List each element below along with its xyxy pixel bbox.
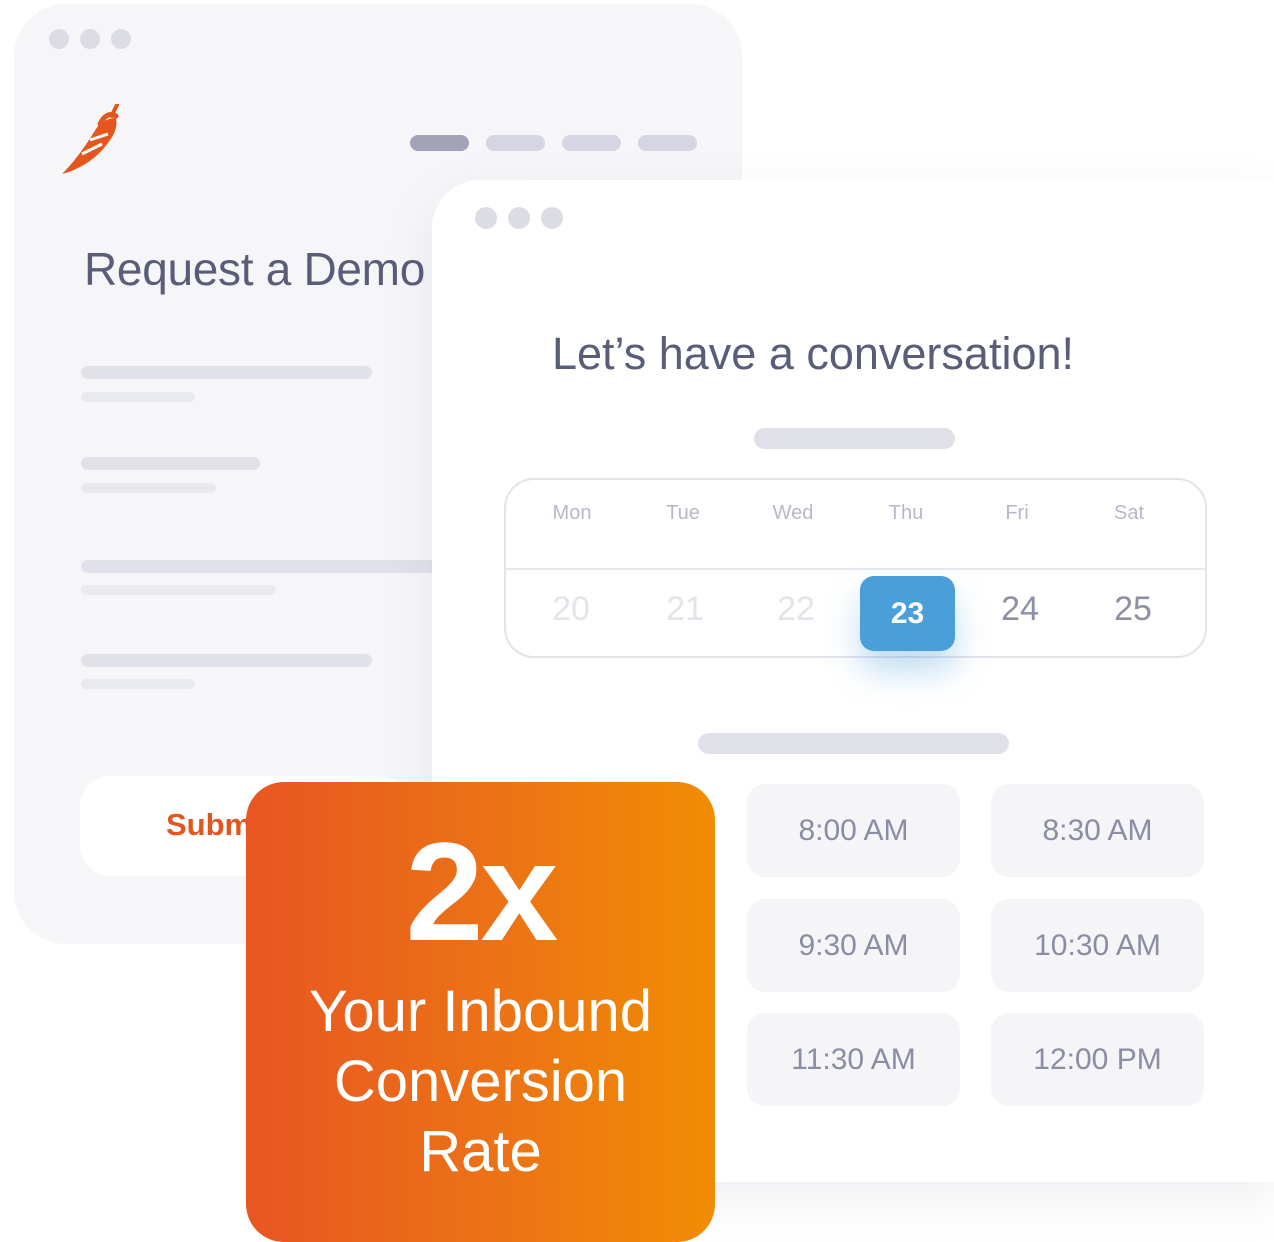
window-dot [49,29,69,49]
weekday-label: Fri [1005,502,1029,524]
stat-value: 2x [405,813,559,970]
window-controls [475,207,563,229]
time-slot-button[interactable]: 8:00 AM [747,784,960,877]
scheduler-title: Let’s have a conversation! [552,328,1075,379]
window-controls [49,29,131,49]
field-label-placeholder [81,457,260,470]
conversion-stat-card: 2x Your Inbound Conversion Rate [246,782,715,1242]
window-dot [475,207,497,229]
field-input-placeholder[interactable] [81,483,216,493]
nav-menu [410,135,697,151]
calendar-date[interactable]: 24 [980,590,1060,629]
weekday-label: Sat [1113,502,1145,524]
section-label-placeholder [698,733,1009,754]
weekday-label: Thu [888,502,924,524]
calendar-date: 22 [777,590,815,628]
window-dot [80,29,100,49]
window-dot [111,29,131,49]
chili-pepper-logo-icon [62,104,119,174]
field-label-placeholder [81,654,372,667]
time-slot-button[interactable]: 11:30 AM [747,1013,960,1106]
nav-item[interactable] [562,135,621,151]
selected-date[interactable]: 23 [860,576,955,651]
window-dot [508,207,530,229]
nav-item[interactable] [486,135,545,151]
time-slot-button[interactable]: 12:00 PM [991,1013,1204,1106]
form-title: Request a Demo [84,243,425,295]
field-label-placeholder [81,560,441,573]
field-label-placeholder [81,366,372,379]
time-slot-button[interactable]: 9:30 AM [747,899,960,992]
weekday-label: Mon [552,502,592,524]
field-input-placeholder[interactable] [81,392,195,402]
calendar-divider [506,568,1205,570]
field-input-placeholder[interactable] [81,679,195,689]
nav-item[interactable] [410,135,469,151]
calendar-date: 21 [666,590,704,628]
weekday-label: Wed [772,502,814,524]
weekday-label: Tue [666,502,700,524]
subtitle-placeholder [754,428,955,449]
time-slot-button[interactable]: 8:30 AM [991,784,1204,877]
field-input-placeholder[interactable] [81,585,276,595]
stat-label: Your Inbound Conversion Rate [309,979,652,1184]
calendar-date[interactable]: 25 [1093,590,1173,629]
time-slot-button[interactable]: 10:30 AM [991,899,1204,992]
calendar-date: 20 [552,590,590,628]
window-dot [541,207,563,229]
nav-item[interactable] [638,135,697,151]
date-picker: Mon Tue Wed Thu Fri Sat 20 21 22 24 25 [504,478,1207,658]
